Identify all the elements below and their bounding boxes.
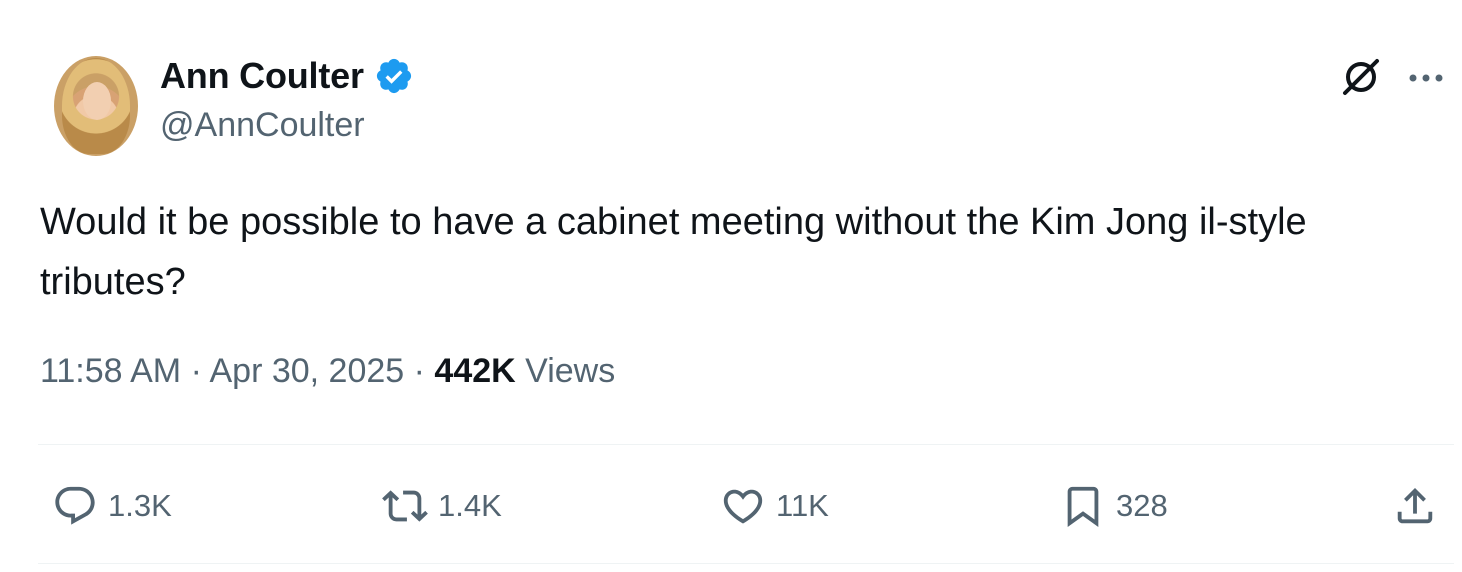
engagement-bar: 1.3K 1.4K 11K 328 <box>38 474 1454 538</box>
verified-badge-icon[interactable] <box>374 56 414 96</box>
tweet-time[interactable]: 11:58 AM <box>40 352 181 390</box>
tweet-text: Would it be possible to have a cabinet m… <box>40 201 1307 303</box>
tweet-top-actions <box>1340 56 1444 103</box>
bookmark-count: 328 <box>1116 488 1168 523</box>
divider <box>38 563 1454 564</box>
reply-icon <box>55 486 95 525</box>
tweet-meta: 11:58 AM · Apr 30, 2025 · 442K Views <box>40 352 615 391</box>
author-handle[interactable]: @AnnCoulter <box>160 106 365 145</box>
share-icon <box>1397 487 1433 524</box>
reply-button[interactable]: 1.3K <box>52 474 172 538</box>
divider <box>38 444 1454 445</box>
grok-icon[interactable] <box>1340 56 1382 103</box>
share-button[interactable] <box>1392 474 1438 538</box>
repost-button[interactable]: 1.4K <box>382 474 502 538</box>
views-count[interactable]: 442K <box>434 352 515 390</box>
avatar-face <box>83 82 111 120</box>
like-button[interactable]: 11K <box>720 474 829 538</box>
tweet-card: Ann Coulter @AnnCoulter Would it be poss… <box>0 0 1462 572</box>
author-name-row: Ann Coulter <box>160 55 414 97</box>
like-count: 11K <box>776 488 829 523</box>
meta-separator: · <box>404 352 435 390</box>
avatar[interactable] <box>54 56 138 156</box>
meta-separator: · <box>181 352 210 390</box>
repost-icon <box>382 490 428 522</box>
tweet-date[interactable]: Apr 30, 2025 <box>209 352 404 390</box>
author-display-name[interactable]: Ann Coulter <box>160 55 364 97</box>
bookmark-icon <box>1067 486 1099 527</box>
bookmark-button[interactable]: 328 <box>1060 474 1168 538</box>
heart-icon <box>723 489 763 524</box>
more-icon[interactable] <box>1408 71 1444 89</box>
reply-count: 1.3K <box>108 488 172 523</box>
views-label: Views <box>525 352 616 390</box>
repost-count: 1.4K <box>438 488 502 523</box>
